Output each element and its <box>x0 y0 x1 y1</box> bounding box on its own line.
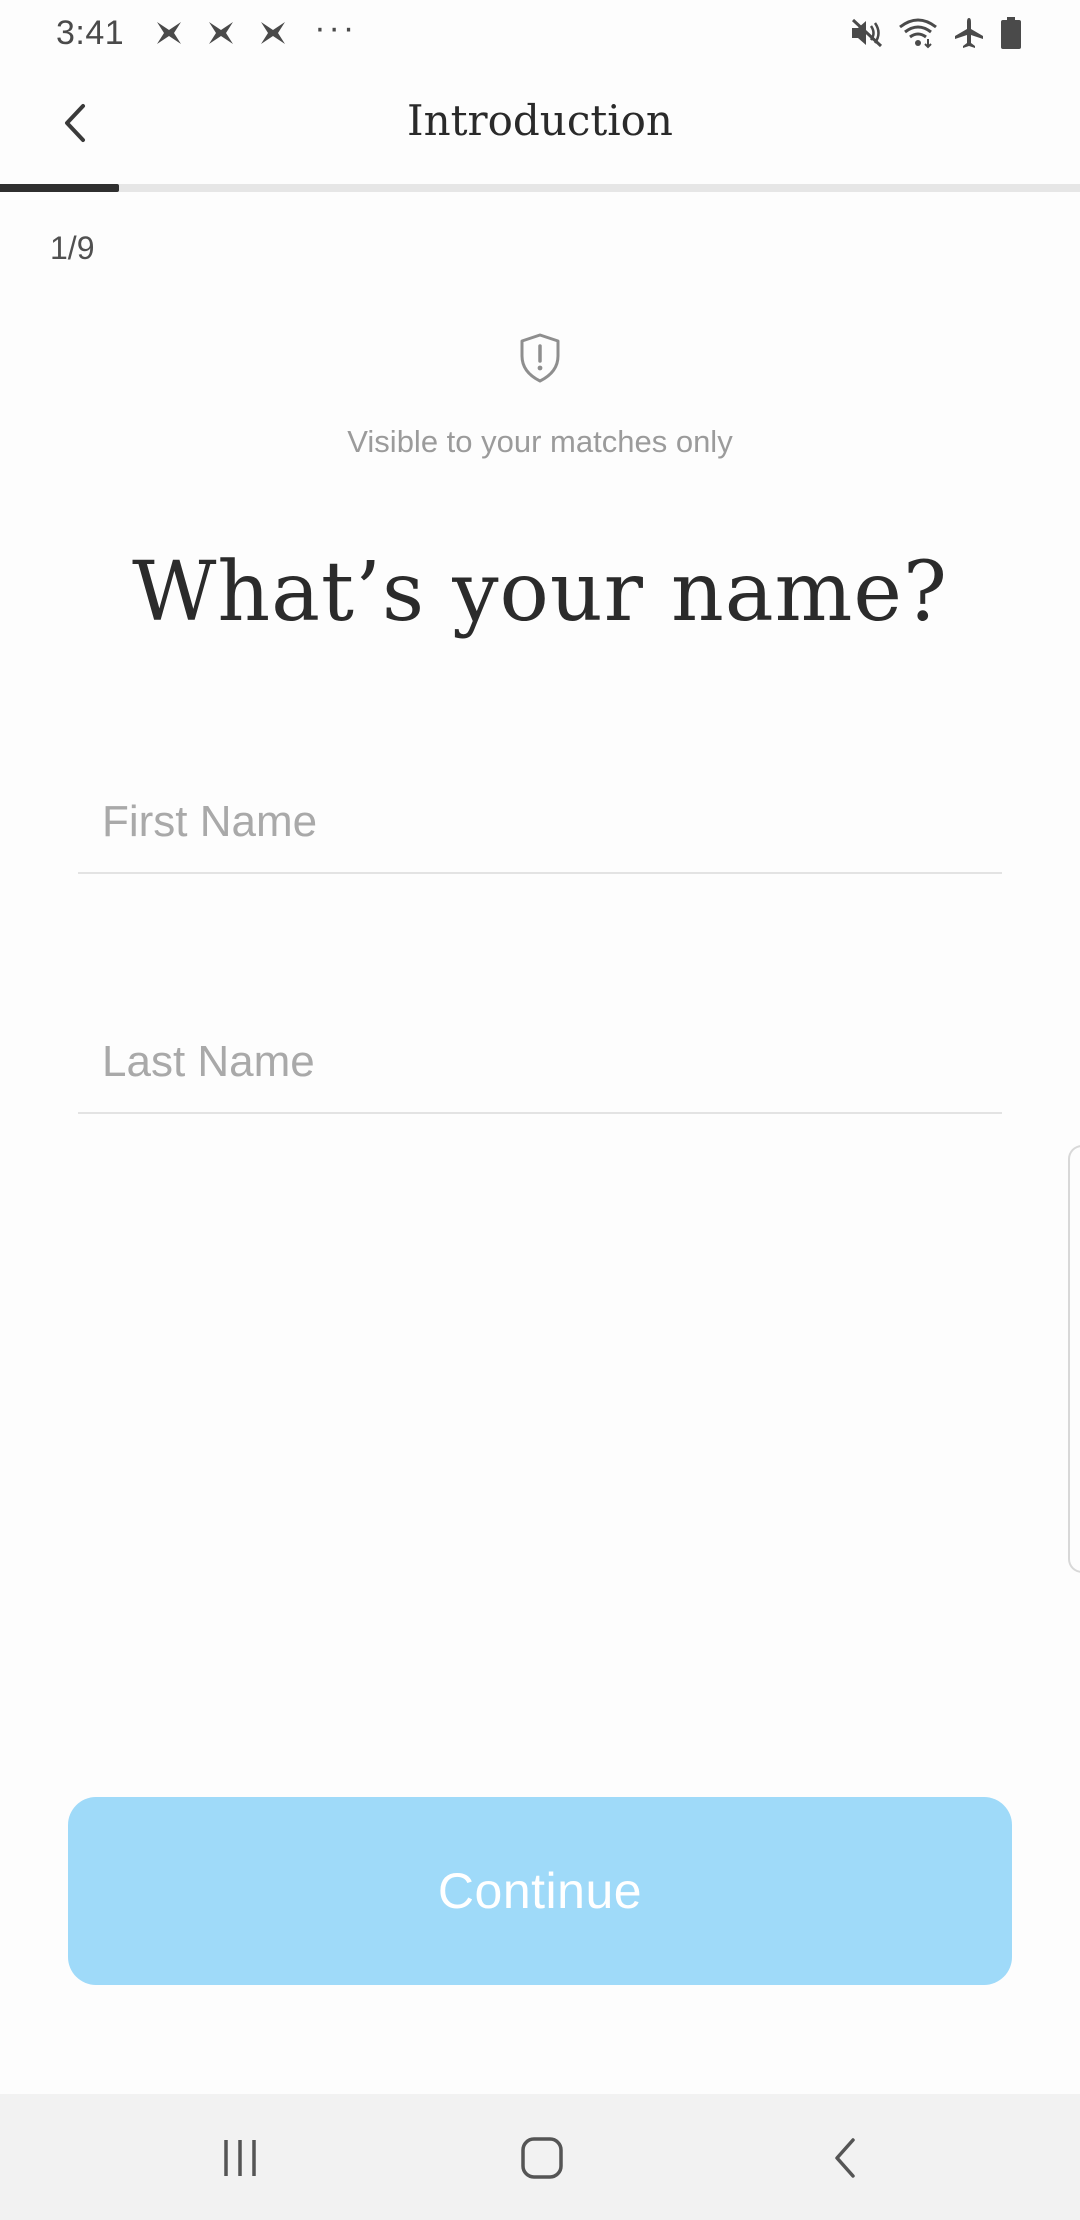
navigation-bar <box>0 2094 1080 2220</box>
edge-panel-handle[interactable] <box>1068 1145 1080 1573</box>
airplane-mode-icon <box>955 18 983 48</box>
privacy-indicator <box>0 332 1080 384</box>
app-notification-icon <box>209 22 234 44</box>
status-bar: 3:41 ··· <box>0 0 1080 66</box>
status-time: 3:41 <box>56 13 125 52</box>
continue-button[interactable]: Continue <box>68 1797 1012 1985</box>
status-right <box>850 16 1022 50</box>
battery-icon <box>1001 17 1021 49</box>
last-name-field <box>78 1012 1002 1114</box>
visibility-note: Visible to your matches only <box>347 424 733 459</box>
recent-apps-button[interactable] <box>210 2128 270 2188</box>
progress-bar <box>0 184 1080 192</box>
first-name-input[interactable] <box>78 772 1002 872</box>
home-button[interactable] <box>512 2128 572 2188</box>
last-name-input[interactable] <box>78 1012 1002 1112</box>
home-icon <box>521 2137 563 2179</box>
header: Introduction <box>0 66 1080 186</box>
overflow-dots-icon: ··· <box>314 9 358 47</box>
back-icon <box>835 2138 855 2178</box>
progress-fill <box>0 184 119 192</box>
question-title: What’s your name? <box>132 545 948 640</box>
app-notification-icon <box>261 22 286 44</box>
recent-apps-icon <box>224 2140 256 2176</box>
step-counter: 1/9 <box>50 230 95 266</box>
page-title: Introduction <box>407 96 673 145</box>
wifi-icon <box>899 18 937 49</box>
shield-alert-icon <box>520 333 560 383</box>
first-name-field <box>78 772 1002 874</box>
mute-icon <box>851 18 883 48</box>
app-notification-icon <box>157 22 182 44</box>
status-left: 3:41 ··· <box>56 9 358 53</box>
system-back-button[interactable] <box>816 2128 876 2188</box>
